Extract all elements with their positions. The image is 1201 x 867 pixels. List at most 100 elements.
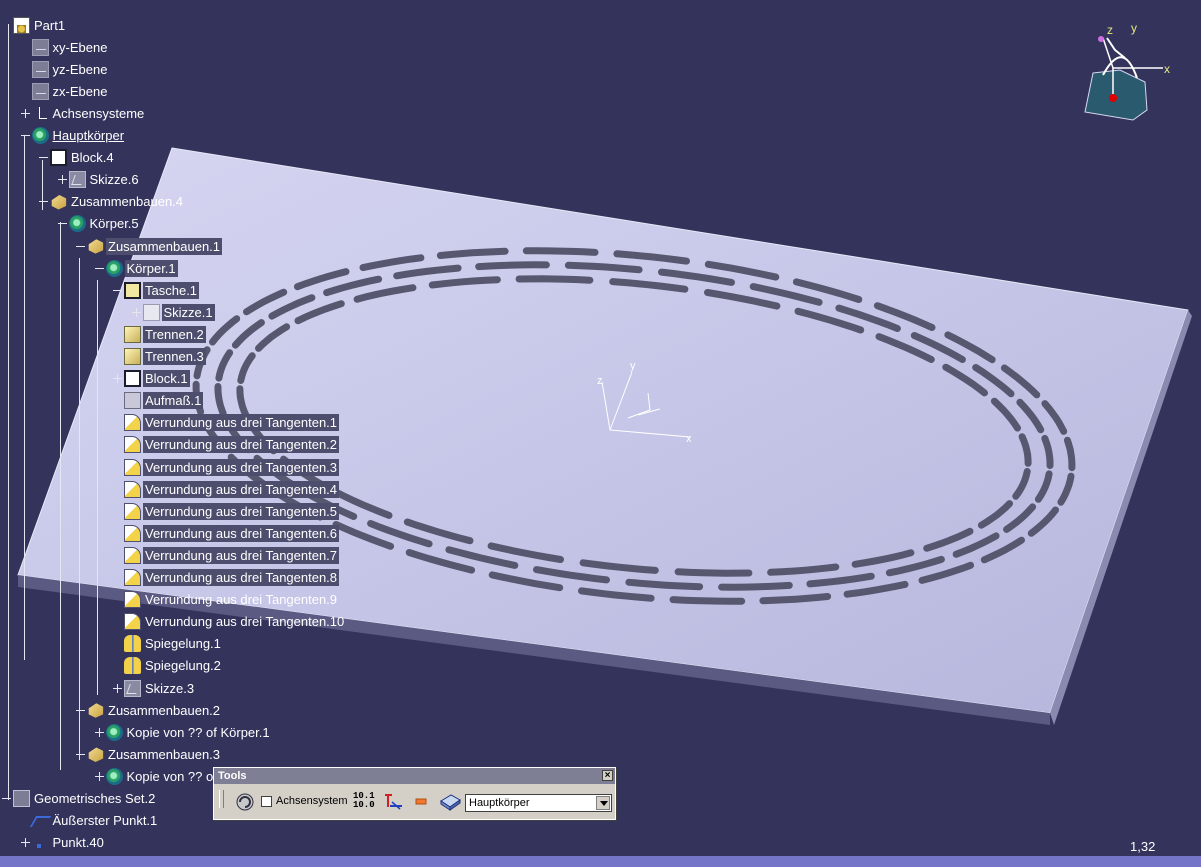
- expand-icon[interactable]: [94, 727, 104, 737]
- tree-node[interactable]: Aufmaß.1: [113, 391, 204, 411]
- axis-system-checkbox[interactable]: [261, 796, 272, 807]
- tree-node-label[interactable]: Äußerster Punkt.1: [51, 812, 160, 829]
- tree-node-label[interactable]: Verrundung aus drei Tangenten.3: [143, 458, 340, 476]
- tree-node[interactable]: Hauptkörper: [20, 126, 127, 146]
- tree-node-label[interactable]: Körper.5: [88, 215, 141, 232]
- collapse-icon[interactable]: [39, 153, 48, 162]
- tree-node[interactable]: Körper.1: [94, 258, 178, 278]
- tree-node-label[interactable]: Verrundung aus drei Tangenten.6: [143, 524, 340, 542]
- tree-node-label[interactable]: Block.4: [69, 149, 116, 166]
- collapse-icon[interactable]: [76, 242, 85, 251]
- tree-node[interactable]: Spiegelung.1: [113, 634, 223, 654]
- expand-icon[interactable]: [113, 374, 122, 384]
- collapse-icon[interactable]: [113, 286, 122, 295]
- tree-node[interactable]: xy-Ebene: [21, 37, 110, 57]
- tree-node[interactable]: Geometrisches Set.2: [2, 789, 157, 809]
- update-cycle-icon[interactable]: [234, 792, 256, 812]
- tree-node[interactable]: Verrundung aus drei Tangenten.10: [113, 612, 346, 632]
- tree-node[interactable]: Körper.5: [57, 214, 141, 234]
- tree-node[interactable]: Verrundung aus drei Tangenten.1: [113, 413, 340, 433]
- tree-node[interactable]: yz-Ebene: [21, 59, 110, 79]
- tree-node-label[interactable]: zx-Ebene: [51, 83, 110, 100]
- tree-node[interactable]: Verrundung aus drei Tangenten.6: [113, 523, 340, 543]
- tree-node-label[interactable]: Spiegelung.2: [143, 657, 223, 674]
- tree-node[interactable]: Part1: [2, 15, 67, 35]
- toolbar-title-bar[interactable]: Tools ×: [214, 768, 615, 784]
- tree-node-label[interactable]: Aufmaß.1: [143, 392, 204, 410]
- tree-node-label[interactable]: yz-Ebene: [51, 61, 110, 78]
- tree-node[interactable]: Zusammenbauen.4: [39, 192, 185, 212]
- tree-node[interactable]: Kopie von ?? of Körper.1: [94, 722, 272, 742]
- tree-node[interactable]: Zusammenbauen.2: [76, 700, 222, 720]
- expand-icon[interactable]: [20, 108, 30, 118]
- tree-node-label[interactable]: Körper.1: [124, 259, 178, 277]
- tree-node[interactable]: Verrundung aus drei Tangenten.8: [113, 568, 340, 588]
- tree-node[interactable]: Äußerster Punkt.1: [21, 811, 160, 831]
- tree-node[interactable]: Skizze.1: [131, 302, 215, 322]
- current-body-select[interactable]: Hauptkörper: [465, 794, 612, 812]
- collapse-icon[interactable]: [94, 264, 104, 273]
- tree-node-label[interactable]: Geometrisches Set.2: [32, 790, 157, 807]
- collapse-icon[interactable]: [76, 750, 85, 759]
- tree-node[interactable]: Verrundung aus drei Tangenten.5: [113, 501, 340, 521]
- tree-node[interactable]: Block.1: [113, 369, 190, 389]
- tools-toolbar[interactable]: Tools × Achsensystem 10.1 10.0 Hauptkörp…: [213, 767, 616, 820]
- body-selection-icon[interactable]: [438, 792, 462, 812]
- tree-node-label[interactable]: Zusammenbauen.4: [69, 193, 185, 210]
- tree-node[interactable]: Zusammenbauen.1: [76, 236, 223, 256]
- number-format-icon[interactable]: 10.1 10.0: [353, 792, 375, 810]
- tree-node-label[interactable]: Trennen.3: [143, 348, 206, 365]
- tree-node-label[interactable]: Hauptkörper: [51, 127, 127, 144]
- expand-icon[interactable]: [57, 175, 67, 185]
- toolbar-close-button[interactable]: ×: [602, 770, 613, 781]
- tree-node[interactable]: Spiegelung.2: [113, 656, 223, 676]
- tree-node-label[interactable]: Verrundung aus drei Tangenten.10: [143, 613, 346, 630]
- expand-icon[interactable]: [20, 838, 30, 848]
- tree-node[interactable]: Trennen.3: [113, 347, 206, 367]
- expand-icon[interactable]: [94, 771, 104, 781]
- tree-node-label[interactable]: Block.1: [143, 370, 190, 388]
- tree-node-label[interactable]: Skizze.6: [88, 171, 141, 188]
- chevron-down-icon[interactable]: [596, 796, 610, 810]
- tree-node[interactable]: Tasche.1: [113, 280, 200, 300]
- tree-node-label[interactable]: Zusammenbauen.1: [106, 237, 223, 255]
- tree-node[interactable]: Verrundung aus drei Tangenten.9: [113, 590, 339, 610]
- specification-tree[interactable]: Part1 xy-Ebene yz-Ebene zx-Ebene Achsensyste…: [0, 0, 360, 867]
- collapse-icon[interactable]: [57, 219, 67, 228]
- tree-node[interactable]: Zusammenbauen.3: [76, 744, 222, 764]
- tree-node[interactable]: Verrundung aus drei Tangenten.4: [113, 479, 340, 499]
- tree-node[interactable]: zx-Ebene: [21, 81, 110, 101]
- tree-node-label[interactable]: Verrundung aus drei Tangenten.9: [143, 591, 339, 608]
- toolbar-grip-handle[interactable]: [219, 790, 224, 808]
- tree-node[interactable]: Verrundung aus drei Tangenten.7: [113, 545, 340, 565]
- tree-node[interactable]: Kopie von ?? of: [94, 766, 219, 786]
- collapse-icon[interactable]: [39, 197, 48, 206]
- tree-node-label[interactable]: xy-Ebene: [51, 39, 110, 56]
- tree-node[interactable]: Skizze.6: [57, 170, 141, 190]
- tree-node-label[interactable]: Skizze.1: [161, 303, 215, 321]
- tree-node-label[interactable]: Skizze.3: [143, 680, 196, 697]
- tree-node-label[interactable]: Verrundung aus drei Tangenten.2: [143, 436, 340, 454]
- tree-node-label[interactable]: Zusammenbauen.3: [106, 746, 222, 763]
- compass-widget[interactable]: z y x: [1075, 20, 1185, 125]
- tree-node[interactable]: Achsensysteme: [20, 103, 147, 123]
- tree-node-label[interactable]: Zusammenbauen.2: [106, 702, 222, 719]
- tree-node-label[interactable]: Part1: [32, 17, 67, 34]
- tree-node-label[interactable]: Kopie von ?? of: [125, 768, 219, 785]
- tree-node-label[interactable]: Spiegelung.1: [143, 635, 223, 652]
- tree-node-label[interactable]: Punkt.40: [51, 834, 106, 851]
- tree-node-label[interactable]: Verrundung aus drei Tangenten.8: [143, 569, 340, 586]
- tree-node[interactable]: Skizze.3: [113, 678, 196, 698]
- tree-node-label[interactable]: Kopie von ?? of Körper.1: [125, 724, 272, 741]
- collapse-icon[interactable]: [76, 706, 85, 715]
- tree-node[interactable]: Block.4: [39, 148, 116, 168]
- tree-node-label[interactable]: Verrundung aus drei Tangenten.7: [143, 546, 340, 564]
- tree-node-label[interactable]: Verrundung aus drei Tangenten.4: [143, 480, 340, 498]
- tree-node-label[interactable]: Verrundung aus drei Tangenten.5: [143, 502, 340, 520]
- tree-node-label[interactable]: Tasche.1: [143, 281, 200, 299]
- expand-icon[interactable]: [113, 683, 122, 693]
- collapse-icon[interactable]: [2, 794, 11, 803]
- tree-node-label[interactable]: Achsensysteme: [51, 105, 147, 122]
- collapse-icon[interactable]: [20, 131, 30, 140]
- tree-node[interactable]: Verrundung aus drei Tangenten.2: [113, 435, 340, 455]
